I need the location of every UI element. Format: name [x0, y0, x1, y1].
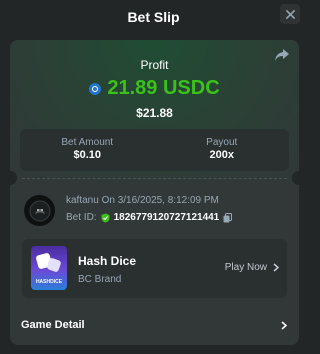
profit-panel: Profit 21.89 USDC $21.88 Bet Amount $0.1… — [10, 40, 299, 180]
profit-amount: 21.89 USDC — [107, 77, 220, 99]
game-card[interactable]: HASHDICE Hash Dice BC Brand Play Now — [22, 239, 287, 298]
play-now-button[interactable]: Play Now — [225, 262, 279, 273]
bet-id-label: Bet ID: — [66, 212, 97, 223]
game-title: Hash Dice — [78, 254, 137, 268]
payout-stat: Payout 200x — [155, 129, 290, 171]
profit-label: Profit — [140, 58, 169, 72]
bet-slip-header: Bet Slip — [0, 0, 307, 34]
payout-label: Payout — [206, 137, 238, 148]
game-thumbnail: HASHDICE — [31, 246, 67, 290]
profit-fiat-value: $21.88 — [136, 106, 173, 120]
profit-row: 21.89 USDC — [10, 77, 299, 100]
bet-amount-value: $0.10 — [73, 149, 102, 161]
close-icon — [285, 9, 295, 19]
bet-id-row: Bet ID: 1826779120727121441 — [66, 212, 233, 223]
game-detail-row[interactable]: Game Detail — [10, 310, 299, 340]
dice-graphic-secondary — [46, 257, 62, 273]
bet-id-value: 1826779120727121441 — [113, 212, 220, 223]
bet-amount-label: Bet Amount — [61, 137, 114, 148]
usdc-coin-icon — [89, 82, 102, 95]
bet-amount-stat: Bet Amount $0.10 — [20, 129, 155, 171]
user-avatar-icon — [29, 200, 50, 221]
close-button[interactable] — [280, 4, 300, 24]
page-title: Bet Slip — [127, 9, 180, 25]
chevron-right-icon — [273, 263, 279, 272]
ticket-divider — [22, 178, 287, 179]
game-thumbnail-label: HASHDICE — [35, 279, 63, 285]
bet-slip-card: Profit 21.89 USDC $21.88 Bet Amount $0.1… — [10, 40, 299, 345]
copy-icon[interactable] — [223, 212, 233, 223]
bet-stats-box: Bet Amount $0.10 Payout 200x — [20, 129, 289, 171]
payout-value: 200x — [209, 149, 234, 161]
avatar[interactable] — [24, 195, 55, 226]
game-brand: BC Brand — [78, 274, 122, 285]
game-detail-label: Game Detail — [21, 319, 85, 331]
bet-user-timestamp: kaftanu On 3/16/2025, 8:12:09 PM — [66, 195, 219, 206]
ticket-notch-right — [292, 171, 299, 185]
verified-shield-icon — [101, 213, 110, 222]
play-now-label: Play Now — [224, 262, 267, 273]
chevron-right-icon — [281, 320, 287, 330]
